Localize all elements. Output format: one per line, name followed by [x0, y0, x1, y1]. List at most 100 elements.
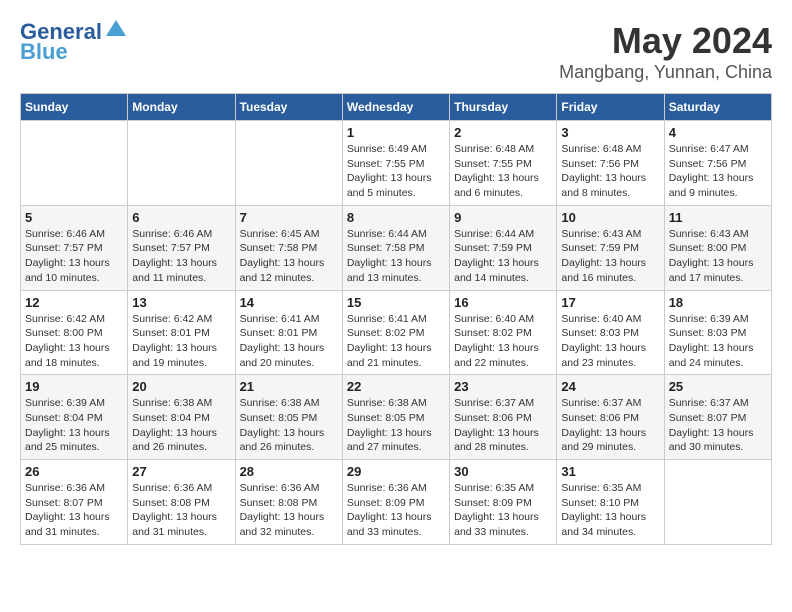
- day-info: Sunrise: 6:37 AM Sunset: 8:06 PM Dayligh…: [561, 396, 659, 455]
- day-number: 18: [669, 295, 767, 310]
- day-info: Sunrise: 6:44 AM Sunset: 7:58 PM Dayligh…: [347, 227, 445, 286]
- day-info: Sunrise: 6:36 AM Sunset: 8:08 PM Dayligh…: [240, 481, 338, 540]
- calendar-cell: [235, 121, 342, 206]
- calendar-cell: 19 Sunrise: 6:39 AM Sunset: 8:04 PM Dayli…: [21, 375, 128, 460]
- day-number: 10: [561, 210, 659, 225]
- day-info: Sunrise: 6:35 AM Sunset: 8:09 PM Dayligh…: [454, 481, 552, 540]
- calendar-cell: 30 Sunrise: 6:35 AM Sunset: 8:09 PM Dayli…: [450, 460, 557, 545]
- day-number: 29: [347, 464, 445, 479]
- day-number: 24: [561, 379, 659, 394]
- day-info: Sunrise: 6:39 AM Sunset: 8:04 PM Dayligh…: [25, 396, 123, 455]
- calendar-cell: [128, 121, 235, 206]
- day-info: Sunrise: 6:43 AM Sunset: 7:59 PM Dayligh…: [561, 227, 659, 286]
- day-number: 22: [347, 379, 445, 394]
- day-number: 16: [454, 295, 552, 310]
- calendar-cell: 3 Sunrise: 6:48 AM Sunset: 7:56 PM Daylig…: [557, 121, 664, 206]
- day-info: Sunrise: 6:38 AM Sunset: 8:05 PM Dayligh…: [347, 396, 445, 455]
- calendar-cell: 2 Sunrise: 6:48 AM Sunset: 7:55 PM Daylig…: [450, 121, 557, 206]
- weekday-header-friday: Friday: [557, 94, 664, 121]
- day-number: 20: [132, 379, 230, 394]
- day-info: Sunrise: 6:39 AM Sunset: 8:03 PM Dayligh…: [669, 312, 767, 371]
- day-number: 30: [454, 464, 552, 479]
- day-info: Sunrise: 6:35 AM Sunset: 8:10 PM Dayligh…: [561, 481, 659, 540]
- calendar-cell: 4Sunrise: 6:47 AM Sunset: 7:56 PM Daylig…: [664, 121, 771, 206]
- day-number: 31: [561, 464, 659, 479]
- day-number: 19: [25, 379, 123, 394]
- calendar-cell: 23 Sunrise: 6:37 AM Sunset: 8:06 PM Dayli…: [450, 375, 557, 460]
- day-number: 15: [347, 295, 445, 310]
- day-info: Sunrise: 6:36 AM Sunset: 8:09 PM Dayligh…: [347, 481, 445, 540]
- day-info: Sunrise: 6:48 AM Sunset: 7:55 PM Dayligh…: [454, 142, 552, 201]
- weekday-header-thursday: Thursday: [450, 94, 557, 121]
- day-info: Sunrise: 6:38 AM Sunset: 8:05 PM Dayligh…: [240, 396, 338, 455]
- calendar-cell: 26 Sunrise: 6:36 AM Sunset: 8:07 PM Dayli…: [21, 460, 128, 545]
- day-info: Sunrise: 6:37 AM Sunset: 8:06 PM Dayligh…: [454, 396, 552, 455]
- calendar-cell: [664, 460, 771, 545]
- weekday-header-tuesday: Tuesday: [235, 94, 342, 121]
- day-info: Sunrise: 6:38 AM Sunset: 8:04 PM Dayligh…: [132, 396, 230, 455]
- day-number: 27: [132, 464, 230, 479]
- calendar-title: May 2024: [559, 20, 772, 62]
- calendar-cell: 1Sunrise: 6:49 AM Sunset: 7:55 PM Daylig…: [342, 121, 449, 206]
- weekday-header-monday: Monday: [128, 94, 235, 121]
- calendar-cell: 7Sunrise: 6:45 AM Sunset: 7:58 PM Daylig…: [235, 205, 342, 290]
- weekday-header-wednesday: Wednesday: [342, 94, 449, 121]
- day-info: Sunrise: 6:48 AM Sunset: 7:56 PM Dayligh…: [561, 142, 659, 201]
- day-number: 2: [454, 125, 552, 140]
- calendar-subtitle: Mangbang, Yunnan, China: [559, 62, 772, 83]
- day-info: Sunrise: 6:41 AM Sunset: 8:01 PM Dayligh…: [240, 312, 338, 371]
- calendar-cell: 18 Sunrise: 6:39 AM Sunset: 8:03 PM Dayli…: [664, 290, 771, 375]
- calendar-cell: 22 Sunrise: 6:38 AM Sunset: 8:05 PM Dayli…: [342, 375, 449, 460]
- day-info: Sunrise: 6:36 AM Sunset: 8:08 PM Dayligh…: [132, 481, 230, 540]
- calendar-cell: 9 Sunrise: 6:44 AM Sunset: 7:59 PM Daylig…: [450, 205, 557, 290]
- calendar-cell: 11Sunrise: 6:43 AM Sunset: 8:00 PM Dayli…: [664, 205, 771, 290]
- calendar-cell: 14 Sunrise: 6:41 AM Sunset: 8:01 PM Dayli…: [235, 290, 342, 375]
- day-number: 13: [132, 295, 230, 310]
- day-number: 21: [240, 379, 338, 394]
- title-block: May 2024 Mangbang, Yunnan, China: [559, 20, 772, 83]
- day-info: Sunrise: 6:46 AM Sunset: 7:57 PM Dayligh…: [132, 227, 230, 286]
- day-number: 3: [561, 125, 659, 140]
- day-number: 25: [669, 379, 767, 394]
- day-info: Sunrise: 6:42 AM Sunset: 8:00 PM Dayligh…: [25, 312, 123, 371]
- day-info: Sunrise: 6:43 AM Sunset: 8:00 PM Dayligh…: [669, 227, 767, 286]
- day-number: 4: [669, 125, 767, 140]
- calendar-cell: 20 Sunrise: 6:38 AM Sunset: 8:04 PM Dayli…: [128, 375, 235, 460]
- calendar-cell: 29 Sunrise: 6:36 AM Sunset: 8:09 PM Dayli…: [342, 460, 449, 545]
- calendar-cell: [21, 121, 128, 206]
- day-number: 1: [347, 125, 445, 140]
- calendar-cell: 17Sunrise: 6:40 AM Sunset: 8:03 PM Dayli…: [557, 290, 664, 375]
- calendar-cell: 15 Sunrise: 6:41 AM Sunset: 8:02 PM Dayli…: [342, 290, 449, 375]
- weekday-header-saturday: Saturday: [664, 94, 771, 121]
- calendar-cell: 16 Sunrise: 6:40 AM Sunset: 8:02 PM Dayli…: [450, 290, 557, 375]
- calendar-cell: 6 Sunrise: 6:46 AM Sunset: 7:57 PM Daylig…: [128, 205, 235, 290]
- day-number: 12: [25, 295, 123, 310]
- calendar-cell: 28 Sunrise: 6:36 AM Sunset: 8:08 PM Dayli…: [235, 460, 342, 545]
- day-info: Sunrise: 6:46 AM Sunset: 7:57 PM Dayligh…: [25, 227, 123, 286]
- day-number: 6: [132, 210, 230, 225]
- calendar-cell: 25 Sunrise: 6:37 AM Sunset: 8:07 PM Dayli…: [664, 375, 771, 460]
- day-info: Sunrise: 6:37 AM Sunset: 8:07 PM Dayligh…: [669, 396, 767, 455]
- calendar-cell: 10 Sunrise: 6:43 AM Sunset: 7:59 PM Dayli…: [557, 205, 664, 290]
- calendar-cell: 21 Sunrise: 6:38 AM Sunset: 8:05 PM Dayli…: [235, 375, 342, 460]
- calendar-cell: 5 Sunrise: 6:46 AM Sunset: 7:57 PM Daylig…: [21, 205, 128, 290]
- day-number: 7: [240, 210, 338, 225]
- day-number: 28: [240, 464, 338, 479]
- calendar-cell: 24 Sunrise: 6:37 AM Sunset: 8:06 PM Dayli…: [557, 375, 664, 460]
- day-number: 23: [454, 379, 552, 394]
- calendar-cell: 13Sunrise: 6:42 AM Sunset: 8:01 PM Dayli…: [128, 290, 235, 375]
- page-header: General Blue May 2024 Mangbang, Yunnan, …: [20, 20, 772, 83]
- day-info: Sunrise: 6:36 AM Sunset: 8:07 PM Dayligh…: [25, 481, 123, 540]
- logo-icon: [104, 18, 128, 42]
- day-number: 5: [25, 210, 123, 225]
- day-info: Sunrise: 6:40 AM Sunset: 8:03 PM Dayligh…: [561, 312, 659, 371]
- day-info: Sunrise: 6:44 AM Sunset: 7:59 PM Dayligh…: [454, 227, 552, 286]
- day-info: Sunrise: 6:40 AM Sunset: 8:02 PM Dayligh…: [454, 312, 552, 371]
- day-number: 9: [454, 210, 552, 225]
- day-number: 26: [25, 464, 123, 479]
- day-number: 8: [347, 210, 445, 225]
- logo: General Blue: [20, 20, 128, 64]
- day-info: Sunrise: 6:41 AM Sunset: 8:02 PM Dayligh…: [347, 312, 445, 371]
- calendar-cell: 27 Sunrise: 6:36 AM Sunset: 8:08 PM Dayli…: [128, 460, 235, 545]
- day-number: 14: [240, 295, 338, 310]
